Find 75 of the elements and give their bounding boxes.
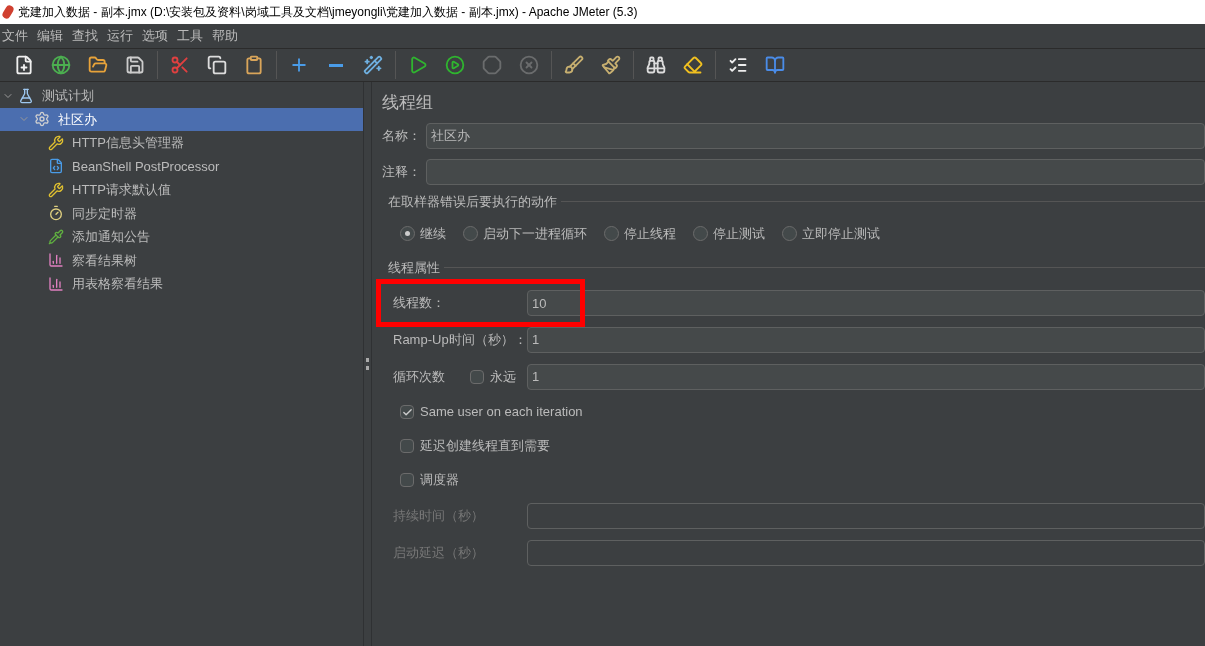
menu-item[interactable]: 编辑 [37, 26, 63, 46]
wrench-icon [48, 181, 64, 198]
checkbox[interactable] [400, 405, 414, 419]
tree-item[interactable]: 添加通知公告 [0, 225, 363, 249]
clipboard-icon [244, 55, 264, 75]
checkbox[interactable] [400, 439, 414, 453]
radio-button[interactable] [693, 226, 708, 241]
checkbox-label[interactable]: Same user on each iteration [420, 402, 583, 422]
binoculars-icon [646, 55, 666, 75]
radio-option[interactable]: 启动下一进程循环 [463, 223, 587, 244]
radio-option[interactable]: 立即停止测试 [782, 223, 880, 244]
save-icon [125, 55, 145, 75]
panel-title: 线程组 [382, 92, 434, 114]
checkbox[interactable] [400, 473, 414, 487]
folder-icon [88, 55, 108, 75]
tree-item[interactable]: 同步定时器 [0, 201, 363, 225]
field-label: 名称： [382, 127, 422, 146]
radio-button[interactable] [463, 226, 478, 241]
checkbox[interactable] [470, 369, 484, 384]
flask-icon [18, 87, 34, 104]
scissors-icon [170, 55, 190, 75]
tree-item[interactable]: 察看结果树 [0, 248, 363, 272]
radio-button[interactable] [604, 226, 619, 241]
cross-circle-icon [519, 55, 539, 75]
checkbox-label[interactable]: 永远 [490, 366, 516, 387]
new-file-icon [14, 55, 34, 75]
chart-icon [48, 252, 64, 269]
globe-icon [51, 55, 71, 75]
stop-icon [482, 55, 502, 75]
chart-icon [48, 275, 64, 292]
script-icon [48, 158, 64, 175]
window-title: 党建加入数据 - 副本.jmx (D:\安装包及资料\岗域工具及文档\jmeyongli\党建加入数据 - 副本.jmx) - Apache JMeter (5.3) [18, 4, 638, 21]
help-book-icon [765, 55, 785, 75]
radio-button[interactable] [782, 226, 797, 241]
menu-item[interactable]: 工具 [177, 26, 203, 46]
text-field[interactable] [426, 159, 1205, 185]
tree-item[interactable]: HTTP信息头管理器 [0, 131, 363, 155]
radio-button[interactable] [400, 226, 415, 241]
radio-option[interactable]: 停止线程 [604, 223, 676, 244]
tree-item[interactable]: 社区办 [0, 107, 363, 131]
tree-item[interactable]: HTTP请求默认值 [0, 178, 363, 202]
pipette-icon [48, 228, 64, 245]
text-field[interactable]: 社区办 [426, 123, 1205, 149]
field-label: Ramp-Up时间（秒）： [393, 330, 527, 349]
wrench-icon [48, 134, 64, 151]
minus-icon [329, 63, 343, 67]
text-field[interactable]: 10 [527, 290, 1205, 316]
play-icon [408, 55, 428, 75]
radio-option[interactable]: 停止测试 [693, 223, 765, 244]
menu-item[interactable]: 选项 [142, 26, 168, 46]
menu-item[interactable]: 文件 [2, 26, 28, 46]
section-title: 在取样器错误后要执行的动作 [387, 193, 557, 211]
play-icon [445, 55, 465, 75]
section-title: 线程属性 [387, 258, 440, 277]
tree-item[interactable]: BeanShell PostProcessor [0, 154, 363, 178]
wand-icon [363, 55, 383, 75]
menu-item[interactable]: 查找 [72, 26, 98, 46]
copy-icon [207, 55, 227, 75]
radio-option[interactable]: 继续 [400, 223, 446, 244]
plus-icon [289, 55, 309, 75]
menu-item[interactable]: 运行 [107, 26, 133, 46]
checkbox-label[interactable]: 调度器 [420, 470, 459, 490]
text-field[interactable]: 1 [527, 363, 1205, 390]
tree-item[interactable]: 测试计划 [0, 84, 363, 108]
stopwatch-icon [48, 205, 64, 222]
gear-icon [34, 111, 50, 128]
field-label: 循环次数 [393, 367, 446, 386]
text-field[interactable]: 1 [527, 326, 1205, 353]
field-label: 线程数： [393, 294, 446, 313]
list-icon [728, 55, 748, 75]
field-label: 注释： [382, 163, 422, 182]
tree-item[interactable]: 用表格察看结果 [0, 272, 363, 296]
checkbox-label[interactable]: 延迟创建线程直到需要 [420, 436, 550, 456]
grip-icon [366, 358, 369, 370]
menu-item[interactable]: 帮助 [212, 26, 238, 46]
